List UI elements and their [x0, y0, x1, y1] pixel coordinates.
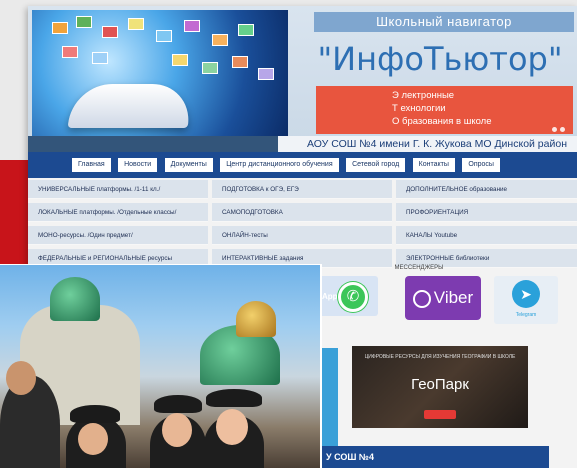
photo-tile — [62, 46, 78, 58]
resource-links-grid: УНИВЕРСАЛЬНЫЕ платформы. /1-11 кл./ ЛОКА… — [28, 180, 577, 270]
cadet-hat — [70, 405, 120, 423]
whatsapp-icon: ✆ — [338, 282, 368, 312]
photo-tile — [128, 18, 144, 30]
hero-image — [32, 10, 288, 138]
photo-tile — [156, 30, 172, 42]
hero-bottom-strip — [28, 136, 278, 152]
footer-text: У СОШ №4 — [326, 452, 374, 462]
photo-tile — [258, 68, 274, 80]
screenshot-stage: Школьный навигатор "ИнфоТьютор" Э лектро… — [0, 0, 577, 468]
geopark-title: ГеоПарк — [411, 376, 469, 393]
nav-item-polls[interactable]: Опросы — [462, 158, 500, 172]
cadets-photo — [0, 264, 322, 468]
photo-tile — [238, 24, 254, 36]
viber-label: Viber — [433, 288, 474, 307]
school-name-bar: АОУ СОШ №4 имени Г. К. Жукова МО Динской… — [28, 136, 577, 152]
tagline-line: Э лектронные — [392, 90, 455, 101]
blue-banner[interactable] — [320, 348, 338, 446]
link-exam-prep[interactable]: ПОДГОТОВКА к ОГЭ, ЕГЭ — [212, 180, 392, 199]
cadet-hat — [154, 395, 202, 413]
geopark-caption: ЦИФРОВЫЕ РЕСУРСЫ ДЛЯ ИЗУЧЕНИЯ ГЕОГРАФИИ … — [364, 354, 516, 360]
messengers-heading: МЕССЕНДЖЕРЫ — [394, 265, 444, 271]
person-face — [6, 361, 36, 395]
nav-item-distance-learning[interactable]: Центр дистанционного обучения — [220, 158, 339, 172]
nav-item-documents[interactable]: Документы — [164, 158, 213, 172]
nav-item-news[interactable]: Новости — [118, 158, 158, 172]
photo-tile — [202, 62, 218, 74]
cadet-hat — [206, 389, 262, 407]
link-mono-resources[interactable]: МОНО-ресурсы. /Один предмет/ — [28, 226, 208, 245]
link-career-guidance[interactable]: ПРОФОРИЕНТАЦИЯ — [396, 203, 577, 222]
photo-tile — [76, 16, 92, 28]
main-navigation: Главная Новости Документы Центр дистанци… — [28, 152, 577, 178]
geopark-more-button[interactable] — [424, 410, 456, 419]
photo-tile — [232, 56, 248, 68]
nav-item-network-city[interactable]: Сетевой город — [346, 158, 406, 172]
link-universal-platforms[interactable]: УНИВЕРСАЛЬНЫЕ платформы. /1-11 кл./ — [28, 180, 208, 199]
photo-tile — [102, 26, 118, 38]
viber-icon — [412, 289, 431, 308]
link-youtube-channels[interactable]: КАНАЛЫ Youtube — [396, 226, 577, 245]
school-name: АОУ СОШ №4 имени Г. К. Жукова МО Динской… — [306, 138, 567, 150]
photo-tile — [212, 34, 228, 46]
telegram-icon: ➤ — [512, 280, 540, 308]
brand-title: "ИнфоТьютор" — [317, 40, 563, 78]
tagline-line: О бразования в школе — [392, 116, 492, 127]
person-face — [216, 409, 248, 445]
link-extra-education[interactable]: ДОПОЛНИТЕЛЬНОЕ образование — [396, 180, 577, 199]
photo-tile — [52, 22, 68, 34]
nav-item-contacts[interactable]: Контакты — [412, 158, 455, 172]
navigator-title: Школьный навигатор — [314, 12, 574, 32]
photo-tile — [184, 20, 200, 32]
church-dome — [236, 301, 276, 337]
viber-button[interactable]: Viber — [405, 276, 481, 320]
tagline-line: Т ехнологии — [392, 103, 446, 114]
church-dome — [50, 277, 100, 321]
person-face — [162, 413, 192, 447]
footer-bar: У СОШ №4 — [292, 446, 549, 468]
telegram-label: Telegram — [515, 312, 537, 318]
telegram-button[interactable]: ➤ Telegram — [494, 276, 558, 324]
geopark-banner[interactable]: ЦИФРОВЫЕ РЕСУРСЫ ДЛЯ ИЗУЧЕНИЯ ГЕОГРАФИИ … — [352, 346, 528, 428]
photo-tile — [92, 52, 108, 64]
open-book-illustration — [67, 84, 193, 128]
link-online-tests[interactable]: ОНЛАЙН-тесты — [212, 226, 392, 245]
link-local-platforms[interactable]: ЛОКАЛЬНЫЕ платформы. /Отдельные классы/ — [28, 203, 208, 222]
site-header: Школьный навигатор "ИнфоТьютор" Э лектро… — [28, 6, 577, 152]
link-self-study[interactable]: САМОПОДГОТОВКА — [212, 203, 392, 222]
nav-item-home[interactable]: Главная — [72, 158, 111, 172]
slider-dots[interactable] — [549, 119, 565, 137]
photo-tile — [172, 54, 188, 66]
tagline-box: Э лектронные Т ехнологии О бразования в … — [316, 86, 573, 134]
person-face — [78, 423, 108, 455]
